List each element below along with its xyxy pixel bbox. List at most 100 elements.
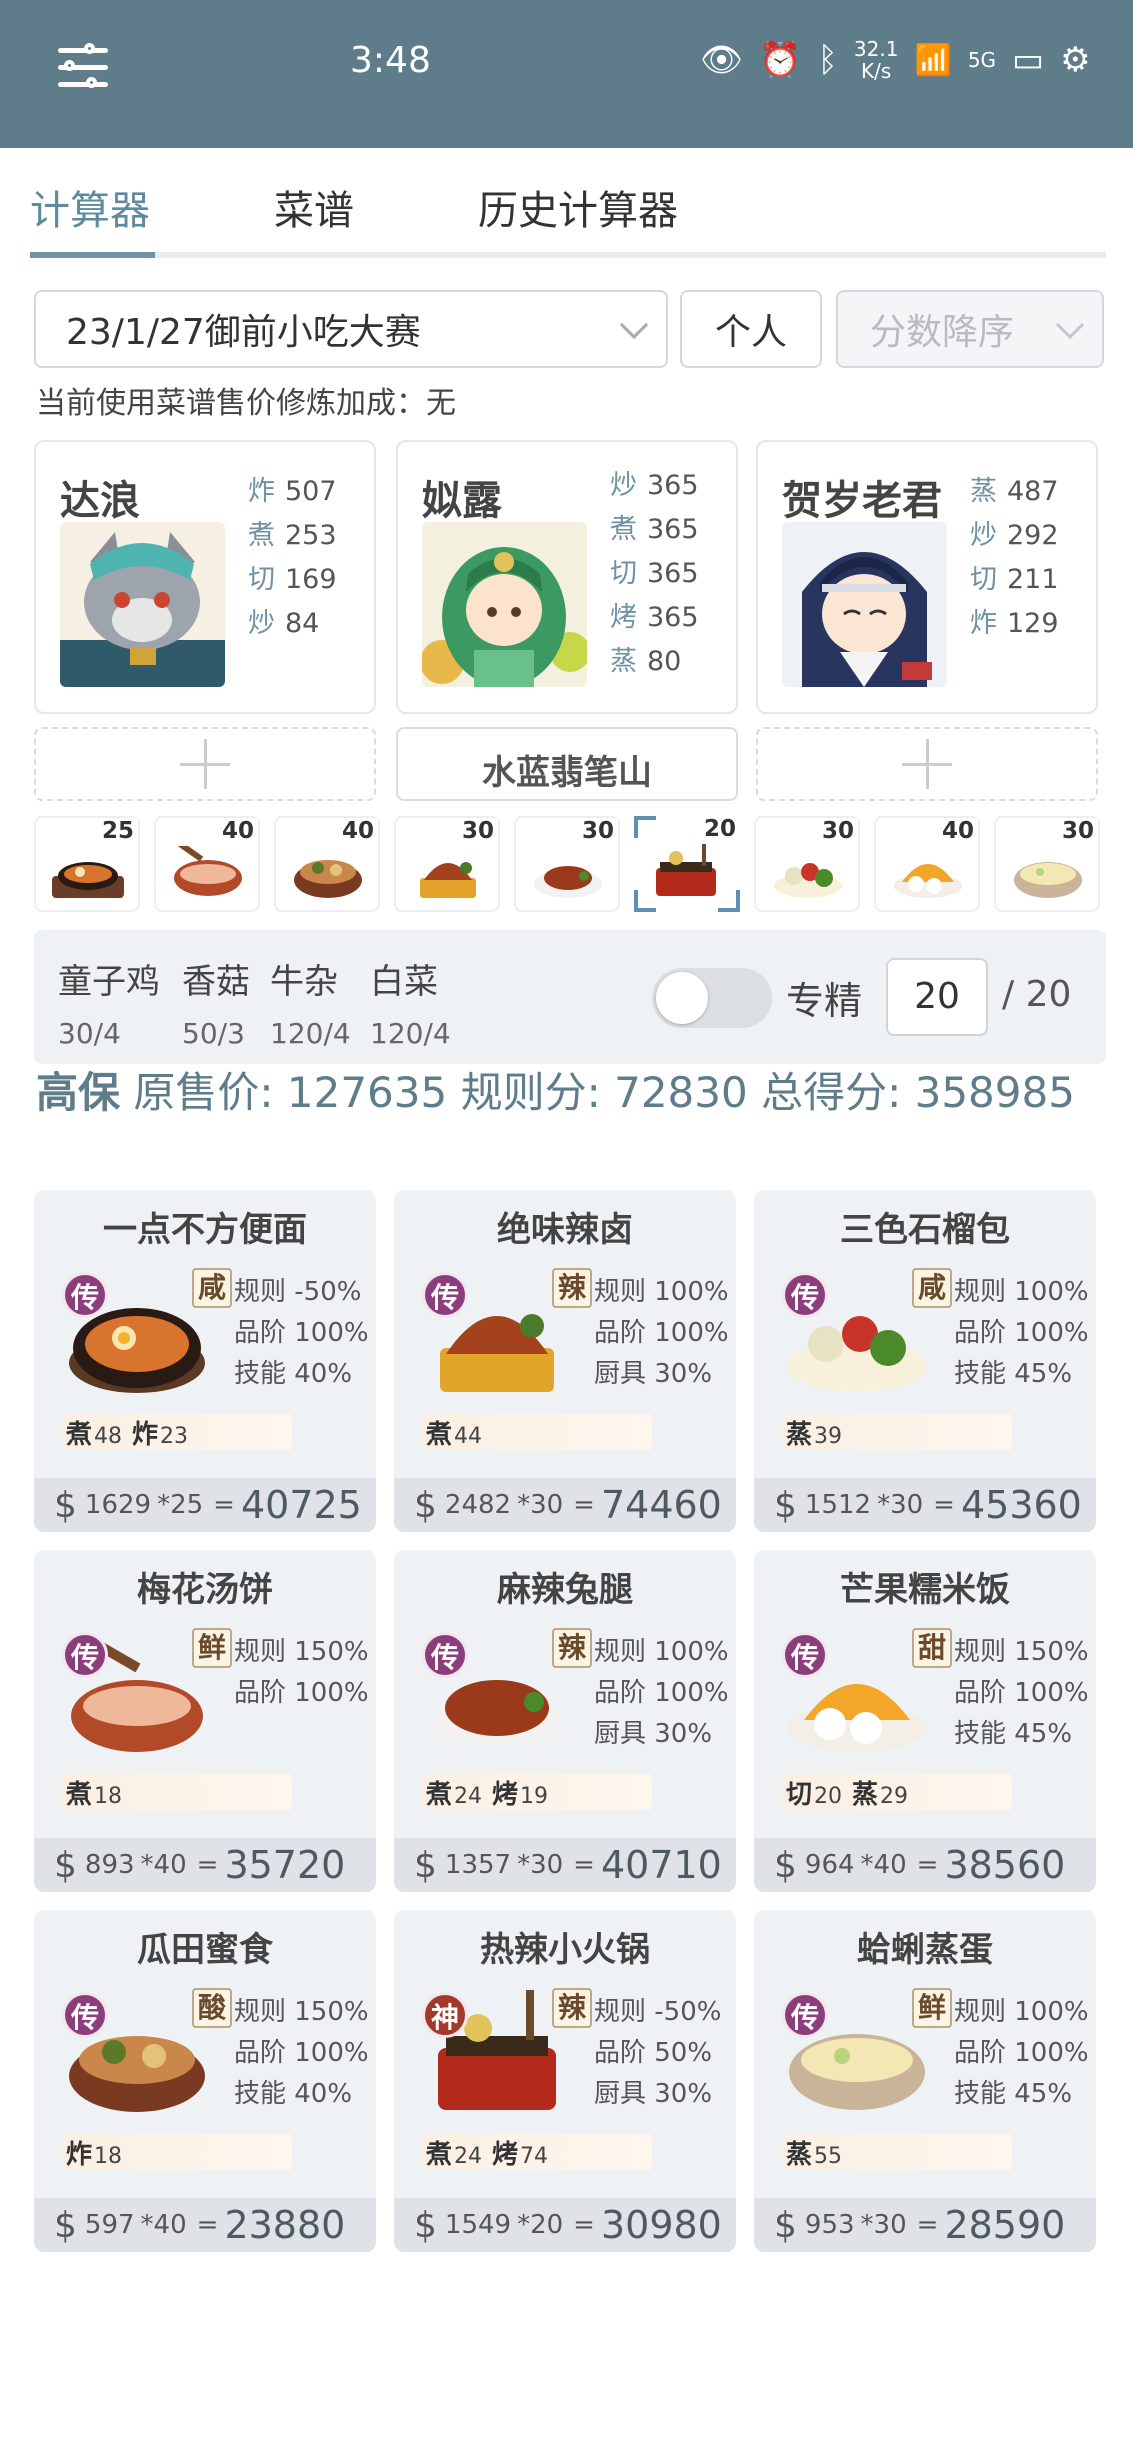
equals-sign: = <box>573 2210 595 2240</box>
recipe-stat: 规则 -50% <box>234 1277 362 1307</box>
skill-requirement: 切20 <box>786 1779 843 1810</box>
skill-requirement: 煮44 <box>426 1419 483 1450</box>
sort-select-value: 分数降序 <box>870 312 1015 353</box>
flavor-tag: 咸 <box>192 1268 232 1308</box>
equipment-slot-empty[interactable] <box>756 727 1098 801</box>
recipe-card[interactable]: 一点不方便面 传 咸 规则 -50% 品阶 100% 技能 40% 煮48 炸23 $… <box>34 1190 376 1532</box>
tab-recipes[interactable]: 菜谱 <box>274 178 354 236</box>
price-total: 35720 <box>224 1843 346 1887</box>
equipment-slot[interactable]: 水蓝翡笔山 <box>396 727 738 801</box>
chef-portrait <box>422 522 587 687</box>
dish-count: 25 <box>97 818 138 844</box>
skill-requirement: 烤74 <box>492 2139 549 2170</box>
unit-price: 953 <box>804 2210 855 2240</box>
recipe-stat: 技能 45% <box>954 1719 1073 1749</box>
dish-thumbnail[interactable]: 40 <box>874 816 980 912</box>
specialize-count-input[interactable]: 20 <box>886 958 988 1036</box>
sort-select[interactable]: 分数降序 <box>836 290 1104 368</box>
selected-dishes-row: 25 40 40 30 30 20 30 40 30 <box>34 816 1106 914</box>
skill-requirement: 煮24 <box>426 2139 483 2170</box>
recipe-card[interactable]: 热辣小火锅 神 辣 规则 -50% 品阶 50% 厨具 30% 煮24 烤74 $ 1… <box>394 1910 736 2252</box>
recipe-stats: 规则 -50% 品阶 50% 厨具 30% <box>594 1992 721 2115</box>
recipe-card[interactable]: 瓜田蜜食 传 酸 规则 150% 品阶 100% 技能 40% 炸18 $ 597 … <box>34 1910 376 2252</box>
rank-badge: 传 <box>782 1992 828 2038</box>
dish-count: 30 <box>577 818 618 844</box>
chef-name: 贺岁老君 <box>782 478 942 524</box>
recipe-stat: 规则 150% <box>954 1637 1089 1667</box>
unit-price: 964 <box>804 1850 855 1880</box>
tab-calculator[interactable]: 计算器 <box>30 178 150 236</box>
skill-requirement: 蒸29 <box>852 1779 909 1810</box>
recipe-stat: 技能 45% <box>954 2079 1073 2109</box>
skill-requirement: 烤19 <box>492 1779 549 1810</box>
chef-card[interactable]: 达浪 炸 507 煮 253 切 169 炒 84 <box>34 440 376 714</box>
price-total: 28590 <box>944 2203 1066 2247</box>
quantity-multiplier: *30 <box>517 1850 564 1880</box>
dish-thumbnail[interactable]: 40 <box>274 816 380 912</box>
dish-thumbnail[interactable]: 30 <box>994 816 1100 912</box>
price-bar: $ 893 *40 = 35720 <box>34 1838 376 1892</box>
skill-requirement: 煮24 <box>426 1779 483 1810</box>
chef-card[interactable]: 姒露 炒 365 煮 365 切 365 烤 365 蒸 80 <box>396 440 738 714</box>
recipe-card[interactable]: 麻辣兔腿 传 辣 规则 100% 品阶 100% 厨具 30% 煮24 烤19 $ 1… <box>394 1550 736 1892</box>
recipe-card[interactable]: 梅花汤饼 传 鲜 规则 150% 品阶 100% 煮18 $ 893 *40 = … <box>34 1550 376 1892</box>
quantity-multiplier: *25 <box>157 1490 204 1520</box>
recipe-card[interactable]: 三色石榴包 传 咸 规则 100% 品阶 100% 技能 45% 蒸39 $ 151… <box>754 1190 1096 1532</box>
rank-badge: 传 <box>62 1272 108 1318</box>
recipe-name: 一点不方便面 <box>103 1210 307 1250</box>
price-total: 23880 <box>224 2203 346 2247</box>
eye-icon: 👁 <box>700 40 744 80</box>
chef-skills: 炒 365 煮 365 切 365 烤 365 蒸 80 <box>610 470 699 677</box>
chef-skills: 炸 507 煮 253 切 169 炒 84 <box>248 476 337 639</box>
recipe-stat: 品阶 100% <box>954 2038 1089 2068</box>
rank-badge: 传 <box>422 1632 468 1678</box>
dish-thumbnail-selected[interactable]: 20 <box>634 816 740 912</box>
dish-thumbnail[interactable]: 30 <box>394 816 500 912</box>
recipe-stat: 技能 40% <box>234 1359 353 1389</box>
dish-count: 30 <box>1057 818 1098 844</box>
plus-icon <box>902 739 952 789</box>
mode-select[interactable]: 个人 <box>680 290 822 368</box>
recipe-card[interactable]: 芒果糯米饭 传 甜 规则 150% 品阶 100% 技能 45% 切20 蒸29 $ … <box>754 1550 1096 1892</box>
specialize-toggle[interactable] <box>652 968 772 1028</box>
gear-icon[interactable]: ⚙ <box>1060 40 1090 80</box>
equipment-slot-empty[interactable] <box>34 727 376 801</box>
equals-sign: = <box>213 1490 235 1520</box>
grade-label: 高保 <box>36 1068 121 1117</box>
dish-thumbnail[interactable]: 30 <box>514 816 620 912</box>
dish-thumbnail[interactable]: 40 <box>154 816 260 912</box>
settings-sliders-icon[interactable] <box>58 43 108 90</box>
price-bonus-note: 当前使用菜谱售价修炼加成：无 <box>36 386 456 421</box>
dish-thumbnail[interactable]: 25 <box>34 816 140 912</box>
skill-requirements: 炸18 <box>62 2134 292 2170</box>
chef-card[interactable]: 贺岁老君 蒸 487 炒 292 切 211 炸 129 <box>756 440 1098 714</box>
quantity-multiplier: *30 <box>860 2210 907 2240</box>
recipe-stat: 品阶 100% <box>234 2038 369 2068</box>
skill-requirements: 切20 蒸29 <box>782 1774 1012 1810</box>
dish-count: 40 <box>217 818 258 844</box>
recipe-card[interactable]: 蛤蜊蒸蛋 传 鲜 规则 100% 品阶 100% 技能 45% 蒸55 $ 953 … <box>754 1910 1096 2252</box>
total-score: 358985 <box>914 1068 1075 1117</box>
dollar-icon: $ <box>774 2204 797 2246</box>
recipe-stat: 规则 100% <box>954 1997 1089 2027</box>
flavor-tag: 甜 <box>912 1628 952 1668</box>
skill-requirements: 煮44 <box>422 1414 652 1450</box>
dish-thumbnail[interactable]: 30 <box>754 816 860 912</box>
ingredient-item: 白菜 120/4 <box>370 962 451 1050</box>
rule-score: 72830 <box>614 1068 748 1117</box>
skill-requirements: 煮18 <box>62 1774 292 1810</box>
contest-select[interactable]: 23/1/27御前小吃大赛 <box>34 290 668 368</box>
quantity-multiplier: *20 <box>517 2210 564 2240</box>
stew-bowl-icon <box>294 860 362 898</box>
recipe-name: 绝味辣卤 <box>497 1210 633 1250</box>
rank-badge: 传 <box>782 1272 828 1318</box>
recipe-stats: 规则 100% 品阶 100% 技能 45% <box>954 1992 1089 2115</box>
unit-price: 1357 <box>444 1850 512 1880</box>
dollar-icon: $ <box>414 2204 437 2246</box>
price-bar: $ 2482 *30 = 74460 <box>394 1478 736 1532</box>
recipe-card[interactable]: 绝味辣卤 传 辣 规则 100% 品阶 100% 厨具 30% 煮44 $ 2482… <box>394 1190 736 1532</box>
price-total: 45360 <box>960 1483 1082 1527</box>
chevron-down-icon <box>619 310 649 340</box>
quantity-multiplier: *40 <box>140 2210 187 2240</box>
tab-history-calculator[interactable]: 历史计算器 <box>478 178 678 236</box>
